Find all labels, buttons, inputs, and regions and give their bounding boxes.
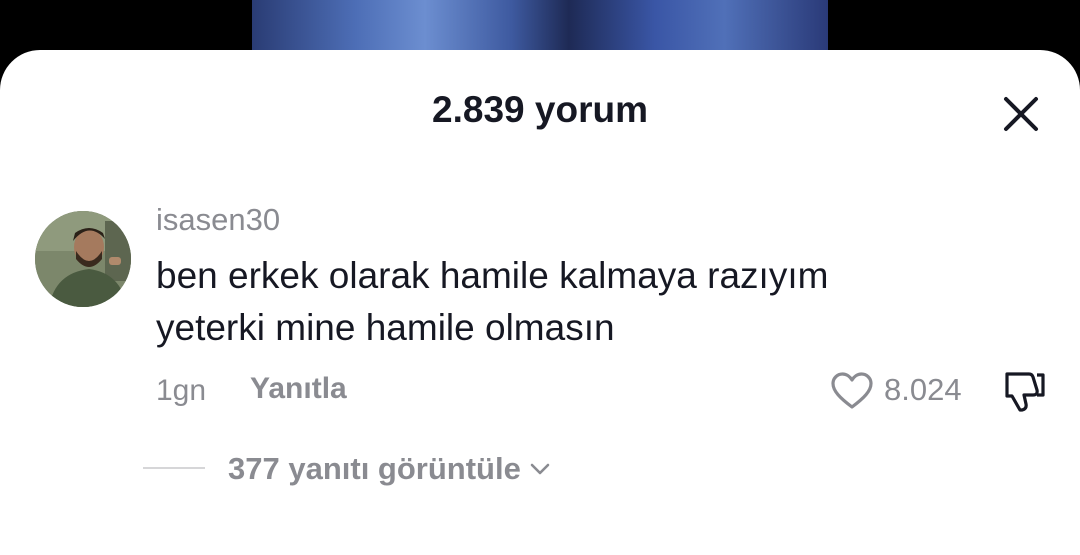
dislike-button[interactable]	[999, 368, 1047, 414]
view-replies-button[interactable]: 377 yanıtı görüntüle	[228, 449, 551, 489]
comment-text: ben erkek olarak hamile kalmaya razıyım …	[156, 250, 976, 354]
close-icon	[1004, 97, 1038, 131]
avatar[interactable]	[35, 211, 131, 307]
like-count: 8.024	[884, 372, 962, 407]
comment-text-line-1: ben erkek olarak hamile kalmaya razıyım	[156, 255, 829, 296]
heart-icon	[831, 372, 873, 409]
reply-button[interactable]: Yanıtla	[250, 369, 347, 409]
avatar-image	[35, 211, 131, 307]
like-button[interactable]	[830, 371, 874, 411]
comment-username[interactable]: isasen30	[156, 200, 280, 240]
thumbs-down-icon	[1005, 372, 1045, 412]
view-replies-label: 377 yanıtı görüntüle	[228, 451, 521, 486]
comment-timestamp: 1gn	[156, 374, 207, 407]
comment-text-line-2: yeterki mine hamile olmasın	[156, 307, 615, 348]
close-button[interactable]	[996, 92, 1046, 138]
replies-divider	[143, 467, 205, 469]
chevron-down-icon	[529, 461, 551, 477]
comments-count-title: 2.839 yorum	[432, 89, 648, 130]
